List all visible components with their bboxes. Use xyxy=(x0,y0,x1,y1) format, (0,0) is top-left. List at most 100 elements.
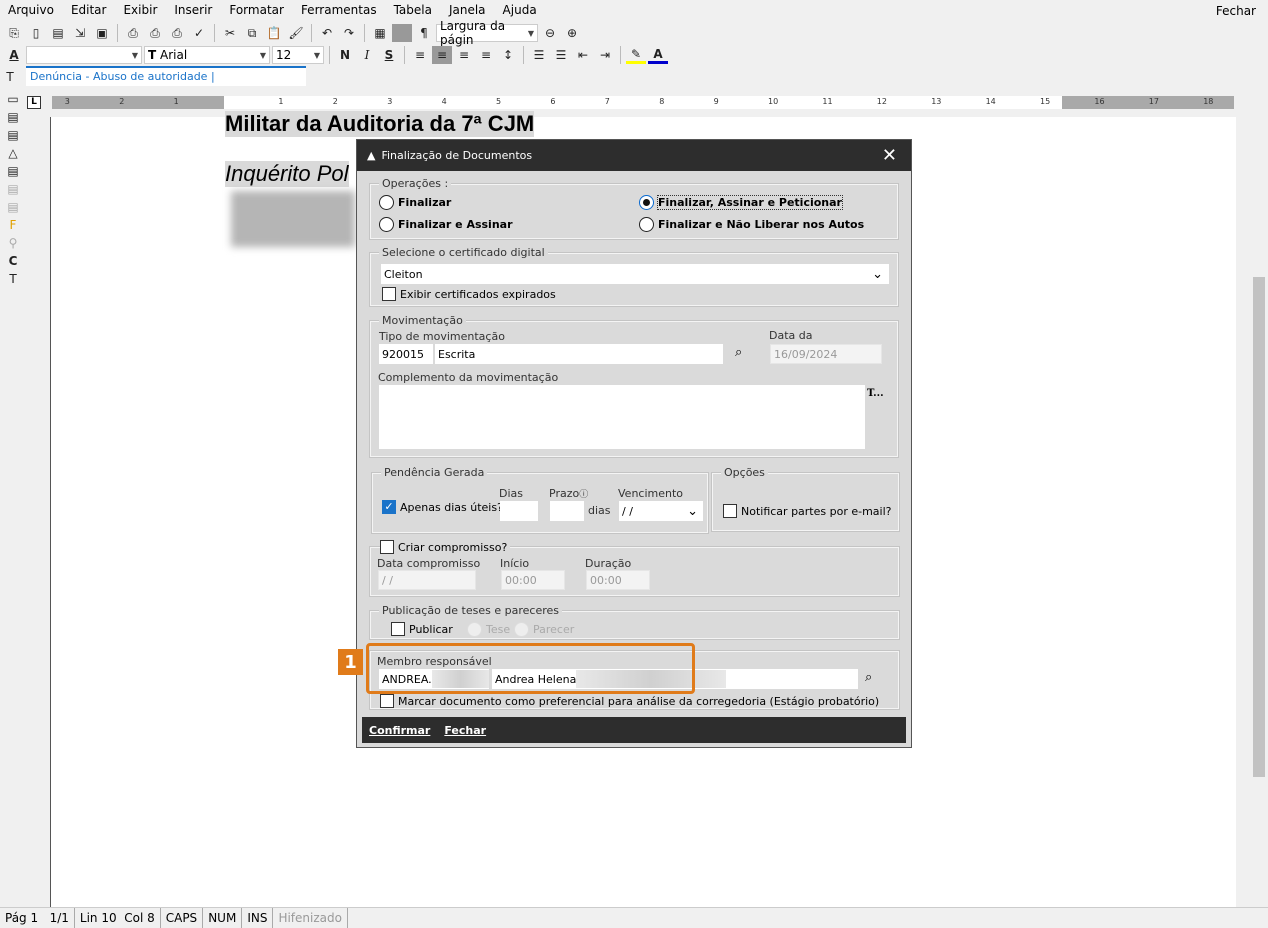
format-painter-icon[interactable]: 🖌 xyxy=(286,24,306,42)
table-icon[interactable]: ▦ xyxy=(370,24,390,42)
zoom-in-icon[interactable]: ⊕ xyxy=(562,24,582,42)
side-tool-icon[interactable]: ▤ xyxy=(3,180,23,198)
justify-icon[interactable]: ≡ xyxy=(476,46,496,64)
close-document-button[interactable]: Fechar xyxy=(1216,4,1256,18)
highlight-icon[interactable]: ✎ xyxy=(626,46,646,64)
menu-tabela[interactable]: Tabela xyxy=(394,3,432,17)
text-templates-button[interactable]: T... xyxy=(867,388,884,399)
side-tool-icon[interactable]: ⚲ xyxy=(3,234,23,252)
paste-icon[interactable]: 📋 xyxy=(264,24,284,42)
search-icon[interactable]: ⌕ xyxy=(735,345,742,360)
outdent-icon[interactable]: ⇤ xyxy=(573,46,593,64)
side-tool-icon[interactable]: ▤ xyxy=(3,198,23,216)
tab-stop-icon[interactable]: L xyxy=(27,96,41,109)
new-document-icon[interactable]: ▯ xyxy=(26,24,46,42)
close-icon[interactable]: ✕ xyxy=(882,145,897,166)
undo-icon[interactable]: ↶ xyxy=(317,24,337,42)
ruler-tick-label: 9 xyxy=(713,97,719,106)
font-size-select[interactable]: 12 ▼ xyxy=(272,46,324,64)
side-tool-icon[interactable]: C xyxy=(3,252,23,270)
search-icon[interactable]: ⌕ xyxy=(865,670,872,685)
radio-finalizar[interactable]: Finalizar xyxy=(379,195,451,210)
duracao-spinner[interactable]: 00:00 xyxy=(586,570,650,590)
field-tool-icon[interactable]: T xyxy=(0,68,20,86)
notificar-checkbox[interactable]: Notificar partes por e-mail? xyxy=(723,504,892,518)
style-icon[interactable]: A xyxy=(4,46,24,64)
print-preview-icon[interactable]: ⎙ xyxy=(145,24,165,42)
open-icon[interactable]: ▤ xyxy=(48,24,68,42)
align-center-icon[interactable]: ≡ xyxy=(432,46,452,64)
menu-arquivo[interactable]: Arquivo xyxy=(8,3,54,17)
radio-parecer[interactable]: Parecer xyxy=(514,622,574,637)
cut-icon[interactable]: ✂ xyxy=(220,24,240,42)
grid-icon[interactable] xyxy=(392,24,412,42)
font-color-icon[interactable]: A xyxy=(648,46,668,64)
side-tool-icon[interactable]: ▤ xyxy=(3,162,23,180)
dias-input[interactable] xyxy=(500,501,538,521)
side-tool-icon[interactable]: ▤ xyxy=(3,108,23,126)
underline-button[interactable]: S xyxy=(379,46,399,64)
menu-formatar[interactable]: Formatar xyxy=(229,3,284,17)
tipo-code-input[interactable]: 920015 xyxy=(379,344,433,364)
menu-inserir[interactable]: Inserir xyxy=(174,3,212,17)
bold-button[interactable]: N xyxy=(335,46,355,64)
zoom-out-icon[interactable]: ⊖ xyxy=(540,24,560,42)
vencimento-select[interactable]: / / ⌄ xyxy=(619,501,703,521)
pilcrow-icon[interactable]: ¶ xyxy=(414,24,434,42)
menu-janela[interactable]: Janela xyxy=(449,3,486,17)
zoom-select[interactable]: Largura da págin ▼ xyxy=(436,19,538,47)
radio-tese[interactable]: Tese xyxy=(467,622,510,637)
scrollbar-thumb[interactable] xyxy=(1253,277,1265,777)
confirm-button[interactable]: Confirmar xyxy=(369,724,430,737)
menu-editar[interactable]: Editar xyxy=(71,3,107,17)
inicio-spinner[interactable]: 00:00 xyxy=(501,570,565,590)
print-icon[interactable]: ⎙ xyxy=(123,24,143,42)
align-left-icon[interactable]: ≡ xyxy=(410,46,430,64)
spellcheck-icon[interactable]: ✓ xyxy=(189,24,209,42)
complemento-textarea[interactable] xyxy=(379,385,865,449)
status-bar: Pág 1 1/1 Lin 10 Col 8 CAPS NUM INS Hife… xyxy=(0,907,1268,928)
horizontal-ruler[interactable]: 3 2 1 1 2 3 4 5 6 7 8 9 10 11 12 13 14 15 16 17 18 xyxy=(52,96,1234,109)
redo-icon[interactable]: ↷ xyxy=(339,24,359,42)
style-select[interactable]: ▼ xyxy=(26,46,142,64)
copy-icon[interactable]: ⧉ xyxy=(242,24,262,42)
radio-finalizar-assinar-peticionar[interactable]: Finalizar, Assinar e Peticionar xyxy=(639,195,843,210)
close-button[interactable]: Fechar xyxy=(444,724,486,737)
side-tool-icon[interactable]: F xyxy=(3,216,23,234)
page-setup-icon[interactable]: ⎙ xyxy=(167,24,187,42)
export-icon[interactable]: ⇲ xyxy=(70,24,90,42)
font-select[interactable]: T Arial ▼ xyxy=(144,46,270,64)
numbering-icon[interactable]: ☰ xyxy=(551,46,571,64)
menu-exibir[interactable]: Exibir xyxy=(123,3,157,17)
data-movimentacao-input[interactable]: 16/09/2024 xyxy=(770,344,882,364)
radio-finalizar-assinar[interactable]: Finalizar e Assinar xyxy=(379,217,513,232)
menu-ferramentas[interactable]: Ferramentas xyxy=(301,3,377,17)
prazo-input[interactable] xyxy=(550,501,584,521)
side-tool-icon[interactable]: ▭ xyxy=(3,90,23,108)
field-text-input[interactable]: Denúncia - Abuso de autoridade | xyxy=(26,66,306,86)
vertical-scrollbar[interactable] xyxy=(1250,117,1268,907)
preferencial-checkbox[interactable]: Marcar documento como preferencial para … xyxy=(380,694,879,708)
certificado-select[interactable]: Cleiton ⌄ xyxy=(381,264,889,284)
radio-label: Finalizar e Não Liberar nos Autos xyxy=(658,218,865,231)
italic-button[interactable]: I xyxy=(357,46,377,64)
data-compromisso-select[interactable]: / / xyxy=(378,570,476,590)
criar-compromisso-checkbox[interactable]: Criar compromisso? xyxy=(380,540,511,554)
info-icon[interactable]: ⓘ xyxy=(579,490,588,500)
exibir-expirados-checkbox[interactable]: Exibir certificados expirados xyxy=(382,287,556,301)
line-spacing-icon[interactable]: ↕ xyxy=(498,46,518,64)
indent-icon[interactable]: ⇥ xyxy=(595,46,615,64)
group-label: Operações : xyxy=(379,177,452,190)
save-icon[interactable]: ▣ xyxy=(92,24,112,42)
menu-ajuda[interactable]: Ajuda xyxy=(503,3,537,17)
side-tool-icon[interactable]: T xyxy=(3,270,23,288)
tipo-desc-input[interactable]: Escrita xyxy=(435,344,723,364)
new-from-template-icon[interactable]: ⎘ xyxy=(4,24,24,42)
apenas-dias-uteis-checkbox[interactable]: ✓ Apenas dias úteis? xyxy=(382,500,503,514)
side-tool-icon[interactable]: ▤ xyxy=(3,126,23,144)
bullets-icon[interactable]: ☰ xyxy=(529,46,549,64)
align-right-icon[interactable]: ≡ xyxy=(454,46,474,64)
side-tool-icon[interactable]: △ xyxy=(3,144,23,162)
radio-finalizar-nao-liberar[interactable]: Finalizar e Não Liberar nos Autos xyxy=(639,217,864,232)
publicar-checkbox[interactable]: Publicar xyxy=(391,622,453,636)
